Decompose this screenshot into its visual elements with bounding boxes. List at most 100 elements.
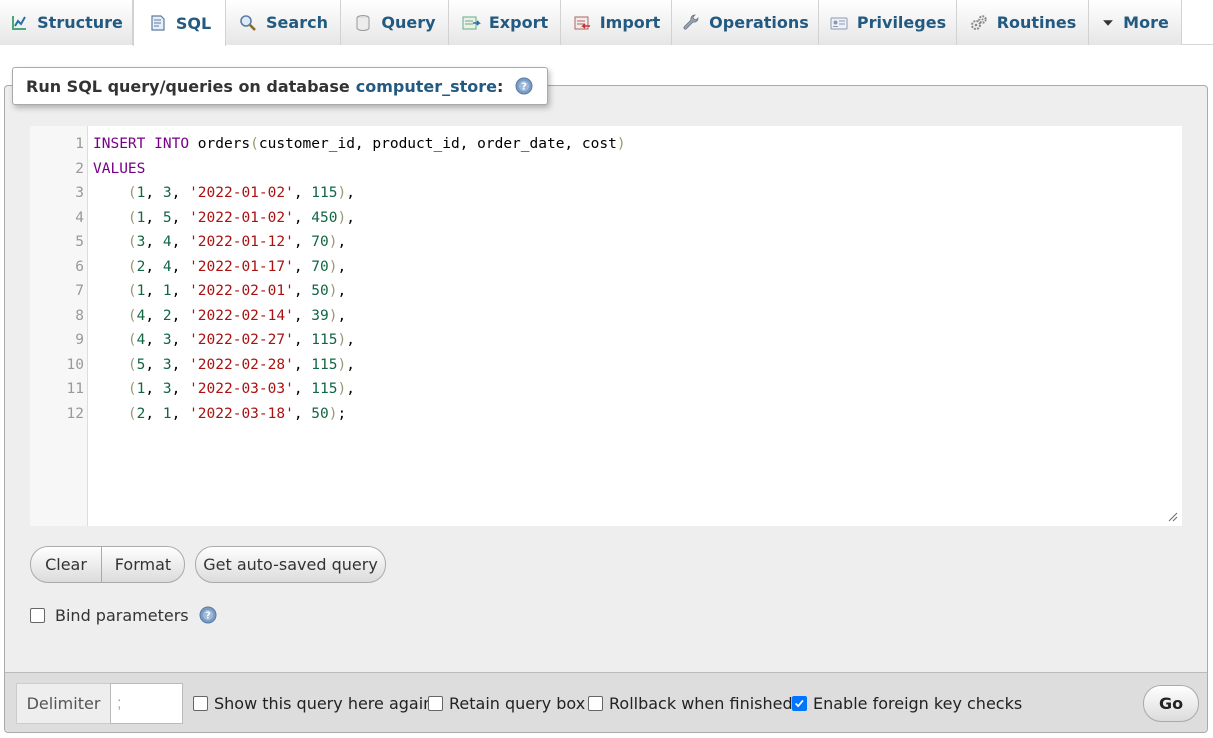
code-text: (4, 3, '2022-02-27', 115), bbox=[127, 332, 355, 348]
autosaved-group: Get auto-saved query bbox=[195, 546, 386, 583]
query-icon bbox=[356, 14, 370, 31]
option-label: Rollback when finished bbox=[609, 693, 793, 713]
tab-export[interactable]: Export bbox=[449, 0, 561, 45]
option-rollback-when-finished[interactable]: Rollback when finished bbox=[588, 693, 793, 713]
get-autosaved-query-button[interactable]: Get auto-saved query bbox=[196, 547, 385, 582]
code-line[interactable]: 2 VALUES bbox=[30, 157, 1182, 182]
code-text: (5, 3, '2022-02-28', 115), bbox=[127, 356, 355, 373]
line-number: 11 bbox=[66, 381, 84, 397]
option-enable-foreign-key-checks[interactable]: Enable foreign key checks bbox=[792, 693, 1022, 713]
bind-parameters-row: Bind parameters ? bbox=[30, 604, 217, 626]
code-text: (1, 1, '2022-02-01', 50), bbox=[127, 283, 347, 299]
code-lines: 1 INSERT INTO orders(customer_id, product… bbox=[30, 132, 1182, 426]
tab-more[interactable]: More bbox=[1089, 0, 1182, 45]
legend-prefix: Run SQL query/queries on database bbox=[26, 76, 350, 96]
tab-privileges[interactable]: Privileges bbox=[819, 0, 957, 45]
resize-handle-icon[interactable] bbox=[1166, 510, 1178, 522]
clear-format-group: Clear Format bbox=[30, 546, 185, 583]
code-text: (2, 4, '2022-01-17', 70), bbox=[127, 258, 347, 275]
delimiter-input[interactable]: ; bbox=[110, 683, 183, 724]
clear-button[interactable]: Clear bbox=[31, 547, 101, 582]
tab-routines[interactable]: Routines bbox=[957, 0, 1089, 45]
tab-import[interactable]: Import bbox=[561, 0, 672, 45]
show-query-again-checkbox[interactable] bbox=[193, 695, 208, 711]
import-icon bbox=[574, 16, 590, 29]
code-text: (2, 1, '2022-03-18', 50); bbox=[127, 405, 347, 422]
tab-structure[interactable]: Structure bbox=[0, 0, 133, 45]
code-line[interactable]: 7 (1, 1, '2022-02-01', 50), bbox=[30, 279, 1182, 304]
fieldset-legend: Run SQL query/queries on database comput… bbox=[12, 67, 549, 105]
svg-text:?: ? bbox=[205, 611, 211, 622]
checkmark-icon bbox=[794, 699, 804, 707]
foreign-key-checks-checkbox[interactable] bbox=[792, 695, 807, 711]
line-number: 10 bbox=[66, 356, 84, 373]
tab-label: Import bbox=[599, 13, 661, 32]
code-text: (1, 5, '2022-01-02', 450), bbox=[127, 209, 355, 226]
tab-label: Routines bbox=[996, 13, 1077, 32]
tab-operations[interactable]: Operations bbox=[672, 0, 819, 45]
help-icon[interactable]: ? bbox=[515, 77, 533, 95]
export-icon bbox=[462, 16, 481, 29]
retain-query-box-checkbox[interactable] bbox=[428, 695, 443, 711]
code-text: (3, 4, '2022-01-12', 70), bbox=[127, 234, 347, 250]
tab-label: Export bbox=[488, 13, 549, 32]
code-text: VALUES bbox=[93, 160, 146, 177]
tab-label: Privileges bbox=[856, 13, 947, 32]
line-number: 7 bbox=[75, 283, 84, 299]
svg-text:?: ? bbox=[522, 82, 528, 93]
code-line[interactable]: 8 (4, 2, '2022-02-14', 39), bbox=[30, 304, 1182, 329]
code-text: (4, 2, '2022-02-14', 39), bbox=[127, 307, 347, 324]
help-icon[interactable]: ? bbox=[199, 606, 217, 624]
rollback-checkbox[interactable] bbox=[588, 695, 603, 711]
tab-label: SQL bbox=[175, 13, 212, 33]
line-number: 1 bbox=[75, 136, 84, 152]
tab-label: More bbox=[1123, 13, 1169, 32]
tab-label: Query bbox=[381, 13, 436, 32]
code-line[interactable]: 6 (2, 4, '2022-01-17', 70), bbox=[30, 255, 1182, 280]
tab-label: Structure bbox=[37, 13, 123, 32]
code-text: (1, 3, '2022-01-02', 115), bbox=[127, 185, 355, 201]
line-number: 6 bbox=[75, 258, 84, 275]
wrench-icon bbox=[683, 14, 699, 30]
query-options-footer: Delimiter ; Show this query here again R… bbox=[5, 672, 1207, 732]
tab-sql[interactable]: SQL bbox=[133, 0, 226, 46]
tab-label: Search bbox=[266, 13, 328, 32]
option-retain-query-box[interactable]: Retain query box bbox=[428, 693, 585, 713]
line-number: 2 bbox=[75, 160, 84, 177]
tab-search[interactable]: Search bbox=[226, 0, 341, 45]
go-button[interactable]: Go bbox=[1143, 685, 1199, 722]
sql-editor[interactable]: 1 INSERT INTO orders(customer_id, product… bbox=[30, 126, 1182, 526]
code-line[interactable]: 1 INSERT INTO orders(customer_id, product… bbox=[30, 132, 1182, 157]
code-text: (1, 3, '2022-03-03', 115), bbox=[127, 381, 355, 397]
line-number: 8 bbox=[75, 307, 84, 324]
code-line[interactable]: 12 (2, 1, '2022-03-18', 50); bbox=[30, 402, 1182, 427]
option-label: Retain query box bbox=[449, 693, 586, 713]
bind-parameters-checkbox[interactable] bbox=[30, 607, 45, 623]
search-icon bbox=[240, 14, 256, 31]
option-label: Enable foreign key checks bbox=[813, 693, 1023, 713]
line-number: 3 bbox=[75, 185, 84, 201]
code-line[interactable]: 3 (1, 3, '2022-01-02', 115), bbox=[30, 181, 1182, 206]
code-line[interactable]: 11 (1, 3, '2022-03-03', 115), bbox=[30, 377, 1182, 402]
code-line[interactable]: 5 (3, 4, '2022-01-12', 70), bbox=[30, 230, 1182, 255]
database-link[interactable]: computer_store bbox=[356, 77, 497, 96]
option-show-query-again[interactable]: Show this query here again bbox=[193, 693, 433, 713]
legend-suffix: : bbox=[497, 76, 504, 96]
structure-icon bbox=[12, 15, 27, 30]
tab-label: Operations bbox=[709, 13, 809, 32]
code-line[interactable]: 9 (4, 3, '2022-02-27', 115), bbox=[30, 328, 1182, 353]
code-line[interactable]: 10 (5, 3, '2022-02-28', 115), bbox=[30, 353, 1182, 378]
line-number: 12 bbox=[66, 405, 84, 422]
sql-icon bbox=[151, 15, 165, 31]
line-number: 4 bbox=[75, 209, 84, 226]
code-line[interactable]: 4 (1, 5, '2022-01-02', 450), bbox=[30, 206, 1182, 231]
tab-bar: Structure SQL Search Query Export Import… bbox=[0, 0, 1213, 46]
triangle-down-icon bbox=[1103, 19, 1114, 26]
line-number: 5 bbox=[75, 234, 84, 250]
routines-icon bbox=[970, 14, 987, 30]
code-text: INSERT INTO orders(customer_id, product_… bbox=[93, 136, 626, 152]
tab-query[interactable]: Query bbox=[341, 0, 449, 45]
option-label: Show this query here again bbox=[214, 693, 434, 713]
format-button[interactable]: Format bbox=[101, 547, 184, 582]
bind-parameters-label: Bind parameters bbox=[55, 605, 189, 625]
